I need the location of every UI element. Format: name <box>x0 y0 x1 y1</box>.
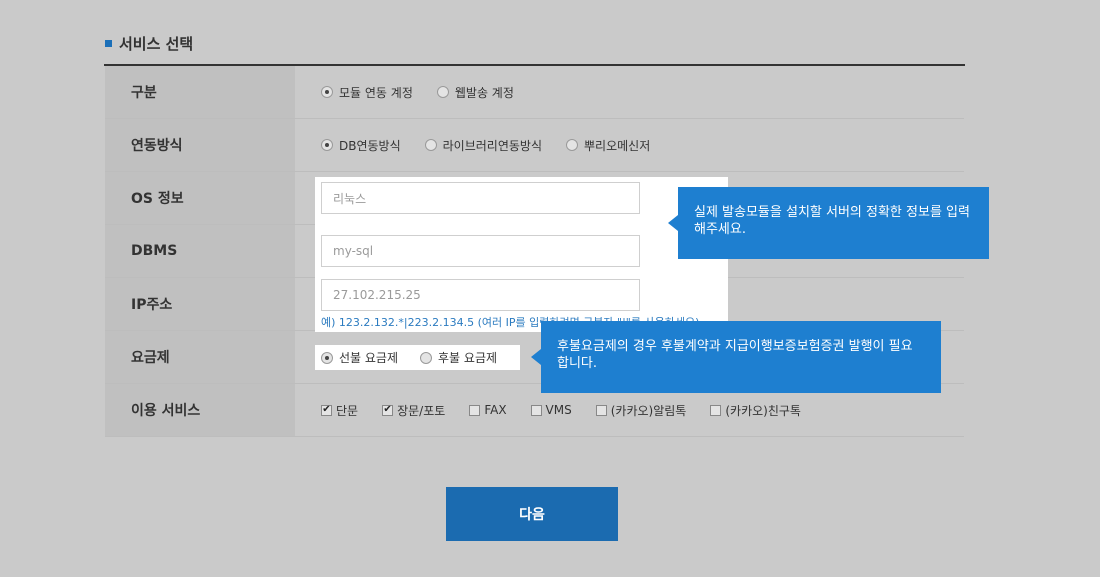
radio-postpaid[interactable]: 후불 요금제 <box>420 349 497 366</box>
radio-unchecked-icon <box>420 351 433 364</box>
check-label: (카카오)친구톡 <box>725 403 801 418</box>
radio-label: 후불 요금제 <box>438 351 498 365</box>
radio-checked-icon <box>321 86 333 98</box>
radio-label: 선불 요금제 <box>339 351 399 365</box>
radio-db[interactable]: DB연동방식 <box>321 137 401 154</box>
os-input[interactable]: 리눅스 <box>321 182 640 214</box>
radio-label: DB연동방식 <box>339 138 401 153</box>
tooltip-text: 후불요금제의 경우 후불계약과 지급이행보증보험증권 발행이 필요합니다. <box>557 339 913 371</box>
radio-checked-icon <box>321 139 333 151</box>
row-method: 연동방식 DB연동방식 라이브러리연동방식 뿌리오메신저 <box>105 119 964 172</box>
radio-label: 라이브러리연동방식 <box>442 138 543 153</box>
label-type: 구분 <box>105 66 295 118</box>
radio-unchecked-icon <box>424 139 437 151</box>
label-method: 연동방식 <box>105 119 295 171</box>
radio-label: 모듈 연동 계정 <box>339 85 413 100</box>
check-lms-mms[interactable]: ✔ 장문/포토 <box>382 402 445 419</box>
radio-module-account[interactable]: 모듈 연동 계정 <box>321 84 413 101</box>
check-kakao-friendtalk[interactable]: (카카오)친구톡 <box>710 402 801 419</box>
radio-prepaid[interactable]: 선불 요금제 <box>321 349 398 366</box>
radio-library[interactable]: 라이브러리연동방식 <box>424 137 543 154</box>
row-type: 구분 모듈 연동 계정 웹발송 계정 <box>105 66 964 119</box>
postpaid-tooltip: 후불요금제의 경우 후불계약과 지급이행보증보험증권 발행이 필요합니다. <box>531 321 941 393</box>
server-info-tooltip: 실제 발송모듈을 설치할 서버의 정확한 정보를 입력해주세요. <box>668 187 989 259</box>
label-fee: 요금제 <box>105 331 295 383</box>
square-bullet-icon <box>105 40 112 47</box>
radio-label: 뿌리오메신저 <box>584 138 651 153</box>
radio-label: 웹발송 계정 <box>454 85 514 100</box>
radio-checked-icon <box>321 351 333 364</box>
checkbox-icon: ✔ <box>382 404 394 416</box>
tooltip-text: 실제 발송모듈을 설치할 서버의 정확한 정보를 입력해주세요. <box>694 205 970 237</box>
check-label: FAX <box>484 403 507 417</box>
check-label: 단문 <box>336 403 359 418</box>
section-title-text: 서비스 선택 <box>119 35 194 53</box>
checkbox-icon <box>595 404 607 416</box>
check-vms[interactable]: VMS <box>530 403 572 417</box>
label-dbms: DBMS <box>105 225 295 277</box>
checkbox-icon <box>469 404 481 416</box>
check-label: VMS <box>545 403 572 417</box>
next-button[interactable]: 다음 <box>446 487 618 541</box>
checkbox-icon: ✔ <box>321 404 332 416</box>
label-ip: IP주소 <box>105 278 295 330</box>
checkbox-icon <box>710 404 722 416</box>
fee-options: 선불 요금제 후불 요금제 <box>321 349 497 366</box>
section-title: 서비스 선택 <box>105 33 193 54</box>
radio-web-account[interactable]: 웹발송 계정 <box>436 84 514 101</box>
label-os: OS 정보 <box>105 172 295 224</box>
radio-messenger[interactable]: 뿌리오메신저 <box>566 137 650 154</box>
radio-unchecked-icon <box>566 139 579 151</box>
label-services: 이용 서비스 <box>105 384 295 436</box>
dbms-input[interactable]: my-sql <box>321 235 640 267</box>
check-label: 장문/포토 <box>397 403 446 418</box>
check-label: (카카오)알림톡 <box>610 403 687 418</box>
type-options: 모듈 연동 계정 웹발송 계정 <box>295 66 964 118</box>
check-kakao-alimtalk[interactable]: (카카오)알림톡 <box>595 402 687 419</box>
radio-unchecked-icon <box>436 86 449 98</box>
check-fax[interactable]: FAX <box>469 403 507 417</box>
ip-input[interactable]: 27.102.215.25 <box>321 279 640 311</box>
method-options: DB연동방식 라이브러리연동방식 뿌리오메신저 <box>295 119 964 171</box>
check-sms[interactable]: ✔ 단문 <box>321 402 358 419</box>
checkbox-icon <box>530 404 542 416</box>
